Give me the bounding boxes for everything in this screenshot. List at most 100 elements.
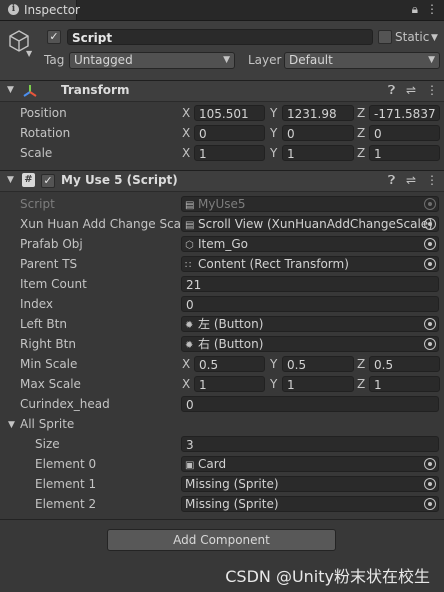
presets-icon[interactable]: ⇌ (406, 83, 416, 97)
left-btn-label: Left Btn (20, 317, 67, 331)
gameobject-name-field[interactable]: Script (67, 29, 373, 45)
axis-y-label[interactable]: Y (270, 126, 277, 140)
tag-dropdown[interactable]: Untagged ▼ (69, 52, 235, 69)
axis-z-label[interactable]: Z (357, 146, 365, 160)
script-value: MyUse5 (198, 197, 246, 211)
rotation-y-field[interactable]: 0 (282, 125, 354, 141)
index-field[interactable]: 0 (181, 296, 439, 312)
chevron-down-icon: ▼ (428, 55, 435, 65)
kebab-menu-icon[interactable]: ⋮ (426, 2, 438, 16)
curindex-field[interactable]: 0 (181, 396, 439, 412)
tab-inspector[interactable]: i Inspector (0, 0, 80, 20)
axis-x-label[interactable]: X (182, 146, 190, 160)
rotation-z-field[interactable]: 0 (369, 125, 440, 141)
tag-value: Untagged (74, 53, 133, 67)
script-component-header[interactable]: ▼ # ✓ My Use 5 (Script) ❓︎ ⇌ ⋮ (0, 170, 444, 192)
fold-arrow-icon[interactable]: ▼ (7, 175, 14, 185)
axis-y-label[interactable]: Y (270, 377, 277, 391)
right-btn-field[interactable]: ✹ 右 (Button) (181, 336, 439, 352)
axis-x-label[interactable]: X (182, 377, 190, 391)
position-x-field[interactable]: 105.501 (194, 105, 265, 121)
static-checkbox[interactable] (378, 30, 392, 44)
element-0-field[interactable]: ▣ Card (181, 456, 439, 472)
chevron-down-icon: ▼ (223, 55, 230, 65)
axis-z-label[interactable]: Z (357, 377, 365, 391)
object-picker-icon[interactable] (424, 218, 436, 230)
max-scale-z-field[interactable]: 1 (369, 376, 440, 392)
info-icon: i (8, 4, 19, 15)
object-picker-icon[interactable] (424, 478, 436, 490)
min-scale-z-field[interactable]: 0.5 (369, 356, 440, 372)
element-1-label: Element 1 (35, 477, 97, 491)
rotation-x-field[interactable]: 0 (194, 125, 265, 141)
object-picker-icon[interactable] (424, 238, 436, 250)
layer-dropdown[interactable]: Default ▼ (284, 52, 440, 69)
min-scale-y-field[interactable]: 0.5 (282, 356, 354, 372)
transform-header[interactable]: ▼ Transform ❓︎ ⇌ ⋮ (0, 80, 444, 102)
tab-bar: i Inspector 🔒︎ ⋮ (0, 0, 444, 21)
help-icon[interactable]: ❓︎ (388, 83, 395, 98)
object-picker-icon[interactable] (424, 498, 436, 510)
object-picker-icon[interactable] (424, 338, 436, 350)
script-file-icon: ▤ (185, 220, 195, 231)
csharp-script-icon: # (22, 173, 35, 187)
scale-label: Scale (20, 146, 53, 160)
parent-field[interactable]: ∷ Content (Rect Transform) (181, 256, 439, 272)
xunhuan-field[interactable]: ▤ Scroll View (XunHuanAddChangeScale) (181, 216, 439, 232)
axis-x-label[interactable]: X (182, 106, 190, 120)
object-picker-icon[interactable] (424, 318, 436, 330)
element-0-label: Element 0 (35, 457, 97, 471)
scale-x-field[interactable]: 1 (194, 145, 265, 161)
axis-y-label[interactable]: Y (270, 357, 277, 371)
component-menu-icon[interactable]: ⋮ (426, 83, 438, 97)
chevron-down-icon[interactable]: ▼ (26, 49, 32, 58)
axis-z-label[interactable]: Z (357, 106, 365, 120)
axis-z-label[interactable]: Z (357, 357, 365, 371)
script-file-icon: ▤ (185, 200, 195, 211)
axis-y-label[interactable]: Y (270, 146, 277, 160)
script-label: Script (20, 197, 55, 211)
scale-z-field[interactable]: 1 (369, 145, 440, 161)
element-1-field[interactable]: Missing (Sprite) (181, 476, 439, 492)
right-btn-label: Right Btn (20, 337, 76, 351)
element-1-value: Missing (Sprite) (185, 477, 279, 491)
max-scale-y-field[interactable]: 1 (282, 376, 354, 392)
prefab-value: Item_Go (198, 237, 248, 251)
left-btn-field[interactable]: ✹ 左 (Button) (181, 316, 439, 332)
axis-z-label[interactable]: Z (357, 126, 365, 140)
position-y-field[interactable]: 1231.98 (282, 105, 354, 121)
min-scale-x-field[interactable]: 0.5 (194, 356, 265, 372)
object-picker-icon[interactable] (424, 458, 436, 470)
script-enabled-checkbox[interactable]: ✓ (41, 174, 55, 188)
layer-value: Default (289, 53, 333, 67)
button-component-icon: ✹ (185, 320, 194, 331)
help-icon[interactable]: ❓︎ (388, 173, 395, 188)
static-dropdown-arrow-icon[interactable]: ▼ (431, 33, 438, 43)
element-2-field[interactable]: Missing (Sprite) (181, 496, 439, 512)
component-menu-icon[interactable]: ⋮ (426, 173, 438, 187)
axis-y-label[interactable]: Y (270, 106, 277, 120)
prefab-field[interactable]: ⬡ Item_Go (181, 236, 439, 252)
index-label: Index (20, 297, 54, 311)
gameobject-active-checkbox[interactable]: ✓ (47, 30, 61, 44)
axis-x-label[interactable]: X (182, 357, 190, 371)
parent-label: Parent TS (20, 257, 78, 271)
fold-arrow-icon[interactable]: ▼ (8, 420, 15, 430)
size-field[interactable]: 3 (181, 436, 439, 452)
lock-icon[interactable]: 🔒︎ (412, 2, 418, 16)
all-sprite-label[interactable]: All Sprite (20, 417, 74, 431)
size-label: Size (35, 437, 60, 451)
position-z-field[interactable]: -171.5837 (369, 105, 440, 121)
add-component-button[interactable]: Add Component (107, 529, 336, 551)
tag-label: Tag (44, 53, 65, 67)
sprite-icon: ▣ (185, 460, 195, 471)
fold-arrow-icon[interactable]: ▼ (7, 85, 14, 95)
prefab-label: Prafab Obj (20, 237, 83, 251)
object-picker-icon[interactable] (424, 258, 436, 270)
item-count-field[interactable]: 21 (181, 276, 439, 292)
axis-x-label[interactable]: X (182, 126, 190, 140)
presets-icon[interactable]: ⇌ (406, 173, 416, 187)
curindex-label: Curindex_head (20, 397, 110, 411)
scale-y-field[interactable]: 1 (282, 145, 354, 161)
max-scale-x-field[interactable]: 1 (194, 376, 265, 392)
